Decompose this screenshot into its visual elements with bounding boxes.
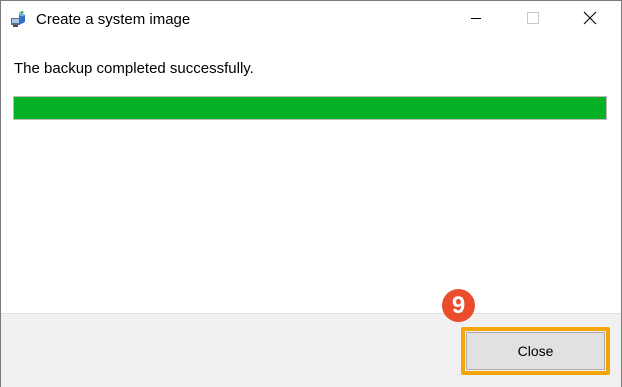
maximize-button[interactable]	[510, 1, 556, 39]
title-bar[interactable]: Create a system image	[1, 1, 621, 39]
minimize-button[interactable]	[453, 1, 499, 39]
backup-progress-bar	[13, 96, 607, 120]
close-button[interactable]: Close	[466, 332, 605, 370]
window-title: Create a system image	[36, 11, 191, 28]
maximize-icon	[527, 11, 539, 29]
status-message: The backup completed successfully.	[14, 60, 254, 77]
system-image-backup-icon	[10, 10, 28, 28]
title-close-button[interactable]	[567, 1, 613, 39]
step-number-badge: 9	[442, 289, 475, 322]
minimize-icon	[470, 11, 482, 29]
progress-fill	[14, 97, 606, 119]
dialog-content: The backup completed successfully.	[1, 39, 621, 311]
close-icon	[583, 11, 597, 30]
